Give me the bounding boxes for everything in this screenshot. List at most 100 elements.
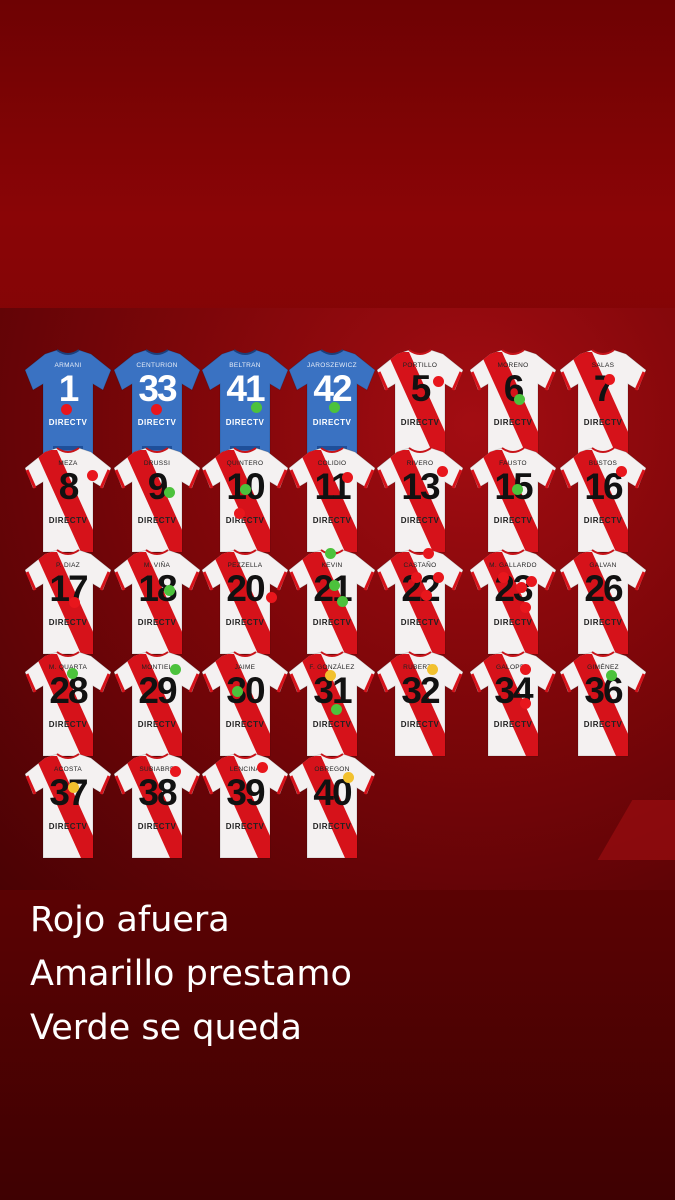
jersey-sponsor: DIRECTV	[400, 618, 440, 627]
jersey-sponsor: DIRECTV	[583, 516, 623, 525]
jersey-sponsor: DIRECTV	[312, 418, 352, 427]
jersey-sponsor: DIRECTV	[493, 418, 533, 427]
green-status-dot	[240, 484, 251, 495]
jersey-number: 30	[226, 670, 265, 711]
jerseys-panel: ARMANI 1 DIRECTV CENTURION 33 DIRECTV BELTRAN 4…	[0, 308, 675, 890]
red-status-dot	[437, 466, 448, 477]
red-status-dot	[520, 664, 531, 675]
red-status-dot	[520, 698, 531, 709]
green-status-dot	[164, 487, 175, 498]
green-status-dot	[514, 394, 525, 405]
green-status-dot	[170, 664, 181, 675]
jersey-sponsor: DIRECTV	[493, 516, 533, 525]
jersey-card: RUBERTO 32 DIRECTV	[375, 650, 465, 758]
jersey-card: SUBIABRE 38 DIRECTV	[112, 752, 202, 860]
jersey-sponsor: DIRECTV	[225, 720, 265, 729]
jersey-card: PORTILLO 5 DIRECTV	[375, 348, 465, 456]
jersey-number: 41	[226, 368, 265, 409]
jersey-sponsor: DIRECTV	[400, 720, 440, 729]
jersey-sponsor: DIRECTV	[137, 418, 177, 427]
jersey-sponsor: DIRECTV	[48, 720, 88, 729]
red-status-dot	[151, 404, 162, 415]
jersey-number: 17	[49, 568, 88, 609]
yellow-status-dot	[427, 664, 438, 675]
red-status-dot	[421, 590, 432, 601]
red-status-dot	[433, 376, 444, 387]
jersey-number: 7	[593, 368, 615, 409]
jersey-sponsor: DIRECTV	[493, 618, 533, 627]
jersey-sponsor: DIRECTV	[312, 516, 352, 525]
jersey-sponsor: DIRECTV	[312, 618, 352, 627]
jersey-card: F. GONZÁLEZ 31 DIRECTV	[287, 650, 377, 758]
green-status-dot	[606, 670, 617, 681]
jersey-card: COLIDIO 11 DIRECTV	[287, 446, 377, 554]
jersey-card: M. VIÑA 18 DIRECTV	[112, 548, 202, 656]
red-status-dot	[411, 572, 422, 583]
jersey-sponsor: DIRECTV	[225, 618, 265, 627]
jersey-sponsor: DIRECTV	[225, 516, 265, 525]
jersey-sponsor: DIRECTV	[48, 618, 88, 627]
jersey-card: M. GALLARDO 23 DIRECTV	[468, 548, 558, 656]
red-status-dot	[61, 404, 72, 415]
jersey-card: FAUSTO15DIRECTV	[468, 446, 558, 554]
jersey-number: 11	[314, 466, 351, 507]
jersey-card: GALVAN 26 DIRECTV	[558, 548, 648, 656]
jersey-number: 16	[584, 466, 623, 507]
legend-yellow: Amarillo prestamo	[30, 954, 352, 994]
legend: Rojo afuera Amarillo prestamo Verde se q…	[30, 893, 352, 1055]
jersey-number: 18	[138, 568, 177, 609]
jersey-sponsor: DIRECTV	[493, 720, 533, 729]
red-status-dot	[604, 374, 615, 385]
red-status-dot	[423, 548, 434, 559]
jersey-sponsor: DIRECTV	[48, 418, 88, 427]
yellow-status-dot	[68, 782, 79, 793]
jersey-sponsor: DIRECTV	[137, 822, 177, 831]
jersey-sponsor: DIRECTV	[312, 822, 352, 831]
jersey-card: JAIME 30 DIRECTV	[200, 650, 290, 758]
legend-red: Rojo afuera	[30, 900, 230, 940]
jersey-card: M. QUARTA 28 DIRECTV	[23, 650, 113, 758]
background-slash	[597, 800, 675, 860]
jersey-card: QUINTERO10DIRECTV	[200, 446, 290, 554]
red-status-dot	[526, 576, 537, 587]
jersey-card: MORENO 6 DIRECTV	[468, 348, 558, 456]
jersey-card: MONTIEL 29 DIRECTV	[112, 650, 202, 758]
jersey-card: RIVERO 13 DIRECTV	[375, 446, 465, 554]
jersey-card: PEZZELLA 20 DIRECTV	[200, 548, 290, 656]
jersey-number: 23	[494, 568, 533, 609]
jersey-number: 13	[401, 466, 440, 507]
yellow-status-dot	[343, 772, 354, 783]
green-status-dot	[251, 402, 262, 413]
jersey-sponsor: DIRECTV	[312, 720, 352, 729]
jersey-number: 26	[584, 568, 623, 609]
jersey-card: SALAS 7 DIRECTV	[558, 348, 648, 456]
yellow-status-dot	[325, 670, 336, 681]
jersey-card: BELTRAN 41 DIRECTV	[200, 348, 290, 456]
jersey-card: CASTAÑO 22 DIRECTV	[375, 548, 465, 656]
red-status-dot	[433, 572, 444, 583]
jersey-sponsor: DIRECTV	[137, 516, 177, 525]
red-status-dot	[234, 508, 245, 519]
green-status-dot	[512, 484, 523, 495]
jersey-number: 9	[147, 466, 169, 507]
red-status-dot	[616, 466, 627, 477]
red-status-dot	[520, 602, 531, 613]
red-status-dot	[170, 766, 181, 777]
red-status-dot	[342, 472, 353, 483]
green-status-dot	[329, 402, 340, 413]
green-status-dot	[331, 704, 342, 715]
jersey-number: 38	[138, 772, 177, 813]
jersey-number: 6	[503, 368, 525, 409]
jersey-card: GALOPPO 34 DIRECTV	[468, 650, 558, 758]
legend-green: Verde se queda	[30, 1008, 302, 1048]
green-status-dot	[164, 585, 175, 596]
jersey-card: LENCINA 39 DIRECTV	[200, 752, 290, 860]
red-status-dot	[69, 597, 80, 608]
red-status-dot	[266, 592, 277, 603]
jersey-sponsor: DIRECTV	[48, 822, 88, 831]
jersey-sponsor: DIRECTV	[137, 720, 177, 729]
red-status-dot	[87, 470, 98, 481]
jersey-number: 36	[584, 670, 623, 711]
green-status-dot	[67, 668, 78, 679]
green-status-dot	[325, 548, 336, 559]
